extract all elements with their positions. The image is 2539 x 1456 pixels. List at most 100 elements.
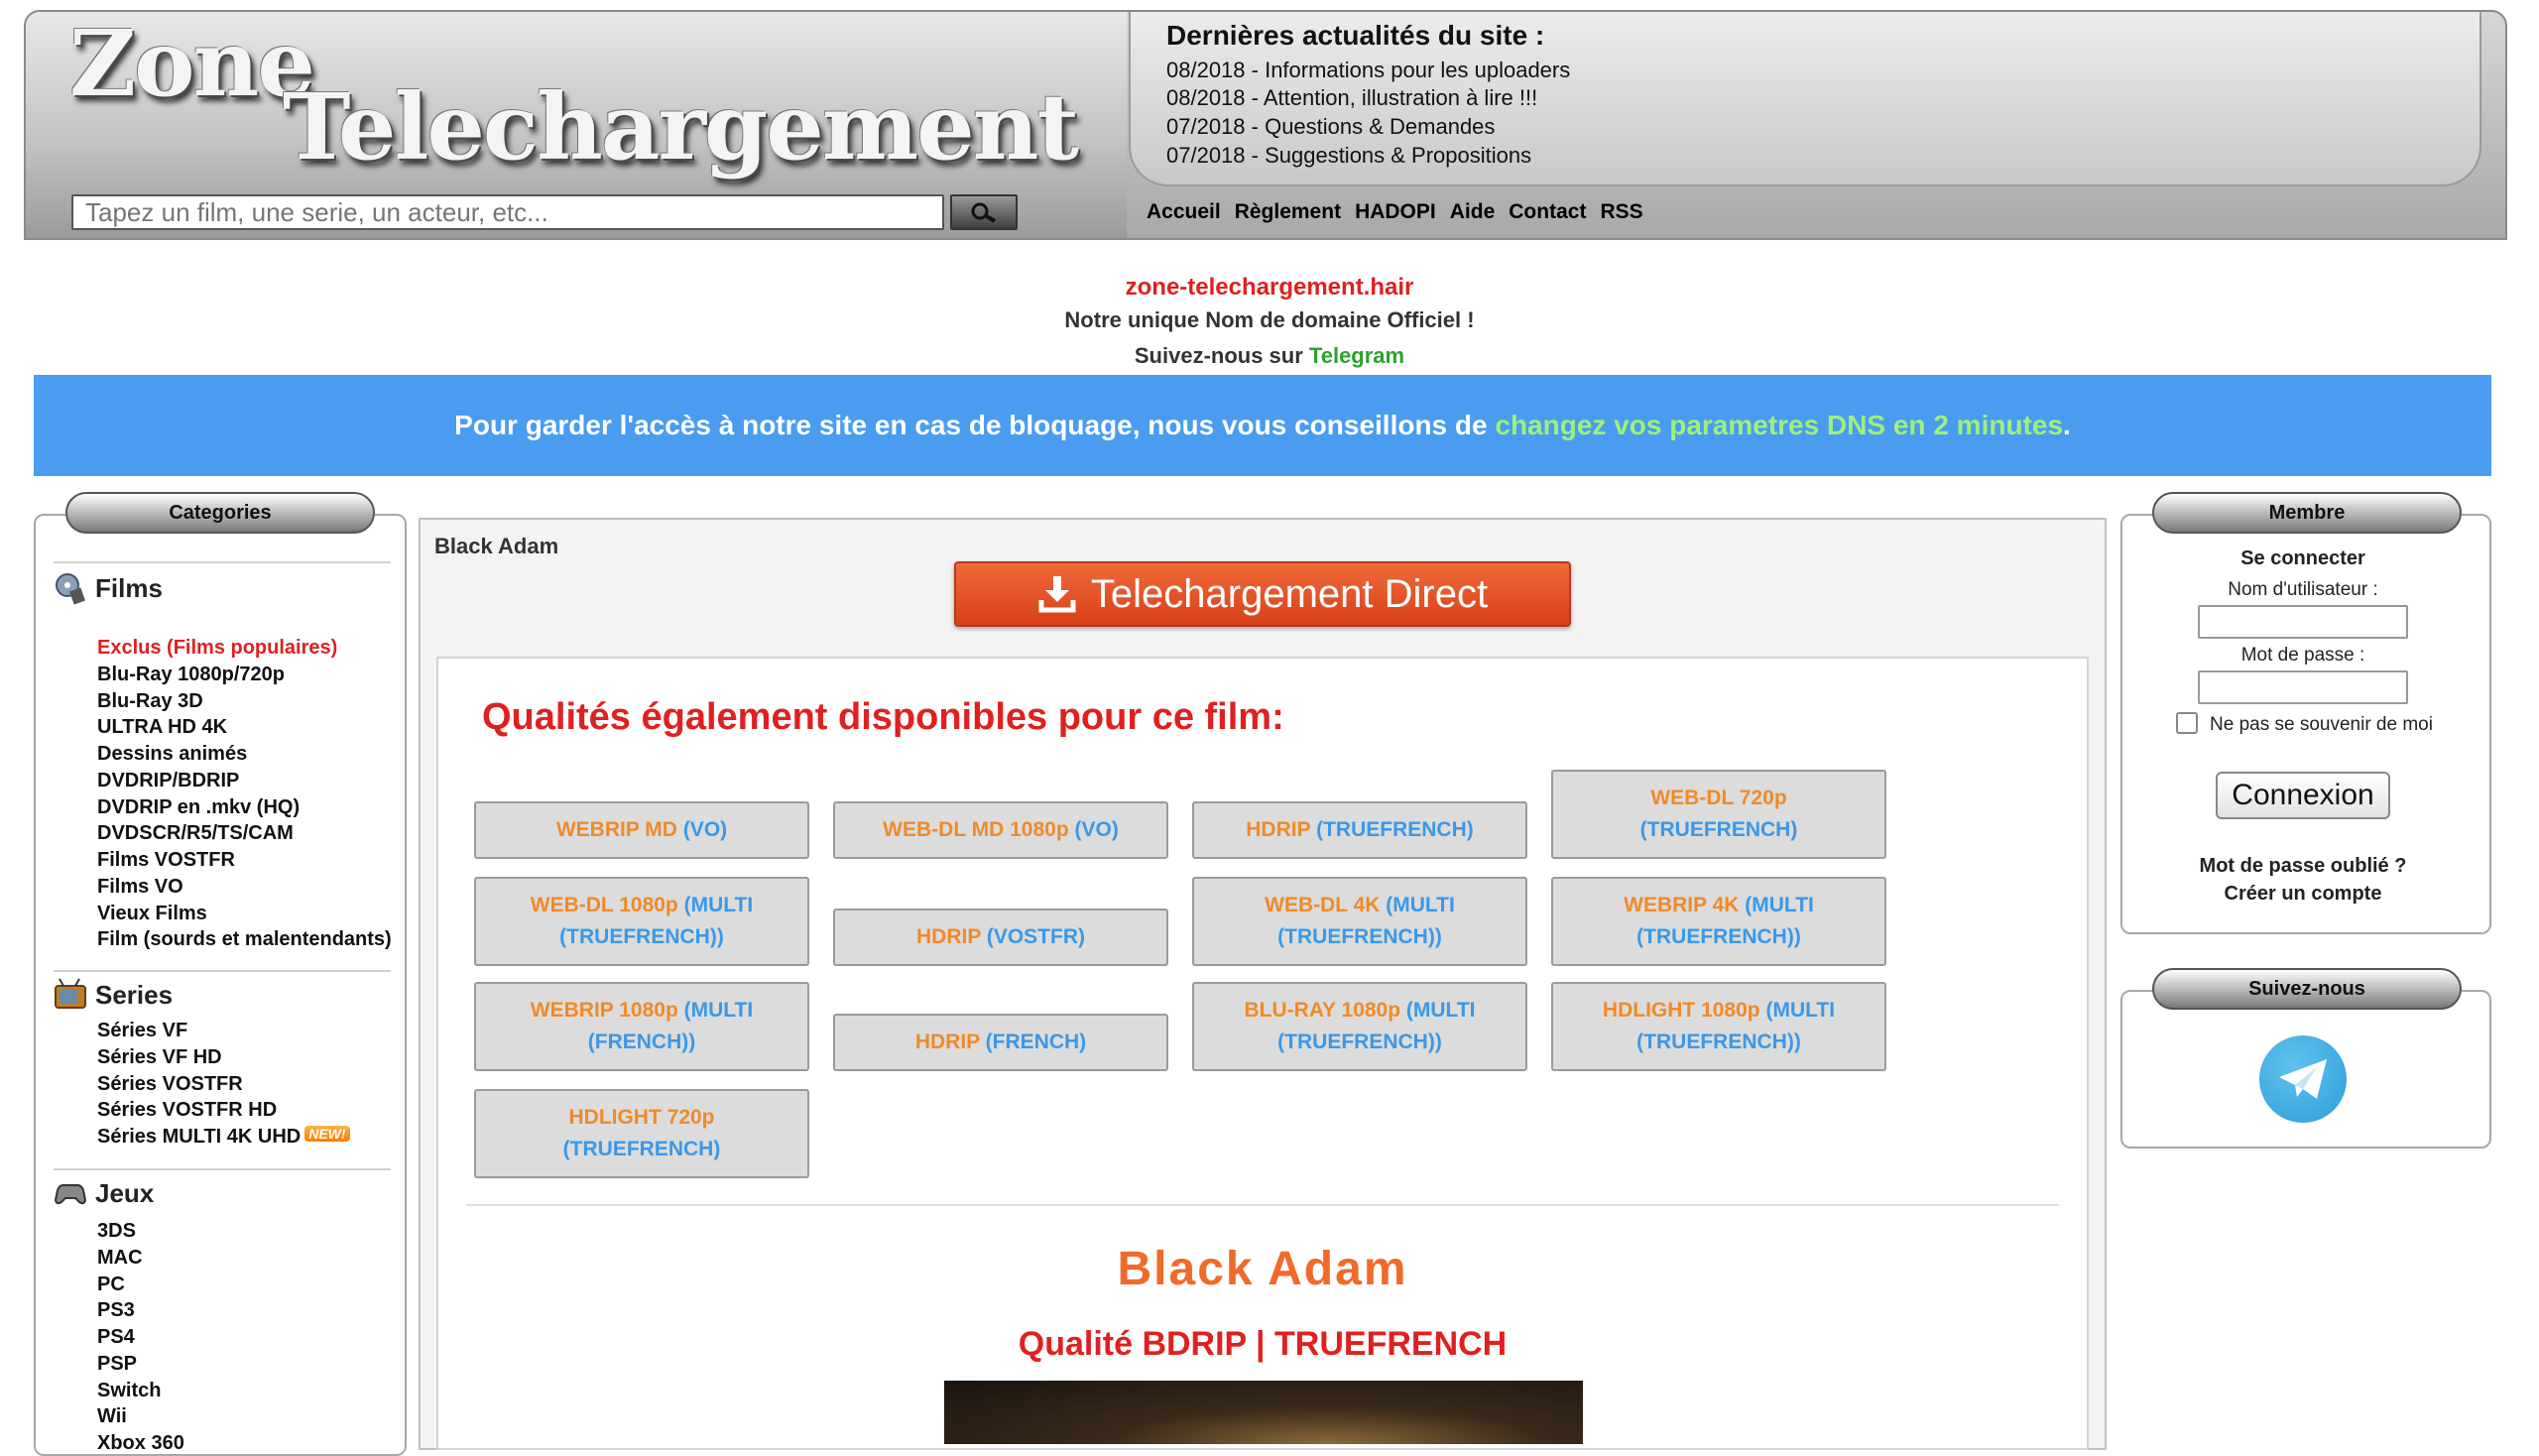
dns-link[interactable]: changez vos parametres DNS en 2 minutes: [1495, 410, 2063, 441]
search-icon: [971, 202, 997, 223]
nav-rss[interactable]: RSS: [1600, 200, 1642, 224]
quality-lang: (TRUEFRENCH): [1316, 818, 1474, 841]
quality-label: WEB-DL 1080p: [530, 894, 678, 916]
quality-lang: (TRUEFRENCH): [562, 1138, 721, 1160]
quality-lang: (VO): [682, 818, 728, 841]
telegram-icon[interactable]: [2259, 1035, 2347, 1123]
quality-lang: (FRENCH): [985, 1031, 1087, 1053]
direct-download-button[interactable]: Telechargement Direct: [954, 561, 1571, 627]
login-heading: Se connecter: [2240, 547, 2365, 569]
nav-accueil[interactable]: Accueil: [1147, 200, 1221, 224]
quality-lang: (VOSTFR): [986, 925, 1085, 948]
quality-button[interactable]: HDLIGHT 1080p (MULTI (TRUEFRENCH)): [1551, 982, 1886, 1071]
cat-series-vostfr[interactable]: Séries VOSTFR: [97, 1073, 243, 1096]
news-item[interactable]: 07/2018 - Suggestions & Propositions: [1166, 143, 1531, 169]
quality-button[interactable]: WEB-DL 1080p (MULTI (TRUEFRENCH)): [474, 877, 809, 966]
cat-ps3[interactable]: PS3: [97, 1299, 135, 1322]
quality-label: WEBRIP MD: [555, 818, 677, 841]
quality-button[interactable]: WEBRIP 1080p (MULTI (FRENCH)): [474, 982, 809, 1071]
tv-icon: [55, 978, 86, 1009]
download-icon: [1038, 576, 1076, 613]
gamepad-icon: [54, 1183, 87, 1205]
quality-button[interactable]: HDRIP (FRENCH): [833, 1014, 1168, 1071]
quality-label: HDLIGHT 1080p: [1602, 999, 1760, 1022]
nav-reglement[interactable]: Règlement: [1235, 200, 1341, 224]
telegram-link[interactable]: Telegram: [1309, 343, 1404, 368]
quality-button[interactable]: WEBRIP 4K (MULTI (TRUEFRENCH)): [1551, 877, 1886, 966]
quality-label: WEB-DL MD 1080p: [883, 818, 1069, 841]
cat-switch[interactable]: Switch: [97, 1380, 161, 1402]
quality-button[interactable]: BLU-RAY 1080p (MULTI (TRUEFRENCH)): [1192, 982, 1527, 1071]
cat-dvdrip-mkv[interactable]: DVDRIP en .mkv (HQ): [97, 796, 300, 819]
cat-3ds[interactable]: 3DS: [97, 1220, 136, 1243]
quality-button[interactable]: HDRIP (TRUEFRENCH): [1192, 801, 1527, 859]
quality-button[interactable]: HDLIGHT 720p (TRUEFRENCH): [474, 1089, 809, 1178]
login-button[interactable]: Connexion: [2216, 772, 2390, 819]
divider: [54, 1168, 391, 1170]
quality-button[interactable]: HDRIP (VOSTFR): [833, 909, 1168, 966]
password-field[interactable]: [2198, 670, 2408, 704]
forgot-password-link[interactable]: Mot de passe oublié ?: [2144, 855, 2462, 878]
games-heading[interactable]: Jeux: [54, 1176, 154, 1210]
movie-title: Black Adam: [1117, 1243, 1408, 1295]
cat-films-vostfr[interactable]: Films VOSTFR: [97, 849, 235, 872]
domain-notice: Notre unique Nom de domaine Officiel !: [1064, 307, 1475, 332]
search-input[interactable]: [71, 194, 944, 230]
member-title: Membre: [2152, 492, 2462, 534]
nav-contact[interactable]: Contact: [1509, 200, 1586, 224]
cat-series-vf-hd[interactable]: Séries VF HD: [97, 1046, 222, 1069]
cat-vieux-films[interactable]: Vieux Films: [97, 903, 207, 925]
remember-checkbox[interactable]: [2176, 712, 2198, 734]
search-button[interactable]: [950, 194, 1018, 230]
cat-dvdscr[interactable]: DVDSCR/R5/TS/CAM: [97, 822, 294, 845]
films-label: Films: [95, 572, 163, 603]
quality-label: HDRIP: [916, 925, 981, 948]
nav-aide[interactable]: Aide: [1450, 200, 1496, 224]
quality-button[interactable]: WEB-DL MD 1080p (VO): [833, 801, 1168, 859]
news-item[interactable]: 07/2018 - Questions & Demandes: [1166, 114, 1495, 140]
cat-series-vostfr-hd[interactable]: Séries VOSTFR HD: [97, 1099, 277, 1122]
quality-button[interactable]: WEB-DL 720p (TRUEFRENCH): [1551, 770, 1886, 859]
cat-dvdrip[interactable]: DVDRIP/BDRIP: [97, 770, 239, 792]
quality-label: WEBRIP 1080p: [530, 999, 678, 1022]
logo-line2: Telechargement: [283, 73, 1079, 181]
quality-button[interactable]: WEB-DL 4K (MULTI (TRUEFRENCH)): [1192, 877, 1527, 966]
qualities-title: Qualités également disponibles pour ce f…: [482, 696, 1284, 738]
username-label: Nom d'utilisateur :: [2228, 579, 2378, 600]
cat-wii[interactable]: Wii: [97, 1405, 127, 1428]
divider: [54, 561, 391, 563]
dns-banner-text: Pour garder l'accès à notre site en cas …: [454, 410, 1488, 440]
movie-quality: Qualité BDRIP | TRUEFRENCH: [1018, 1325, 1508, 1363]
series-heading[interactable]: Series: [54, 978, 173, 1012]
cat-films-vo[interactable]: Films VO: [97, 876, 183, 899]
breadcrumb: Black Adam: [434, 534, 559, 558]
cat-series-vf[interactable]: Séries VF: [97, 1020, 187, 1042]
quality-label: HDRIP: [1246, 818, 1311, 841]
news-title: Dernières actualités du site :: [1166, 20, 1545, 51]
movie-poster: [944, 1381, 1583, 1444]
cat-bluray[interactable]: Blu-Ray 1080p/720p: [97, 664, 285, 686]
quality-label: HDRIP: [914, 1031, 980, 1053]
cat-exclus[interactable]: Exclus (Films populaires): [97, 637, 337, 660]
news-item[interactable]: 08/2018 - Informations pour les uploader…: [1166, 58, 1570, 83]
news-item[interactable]: 08/2018 - Attention, illustration à lire…: [1166, 85, 1537, 111]
dns-banner: Pour garder l'accès à notre site en cas …: [34, 375, 2491, 476]
cat-bluray-3d[interactable]: Blu-Ray 3D: [97, 690, 203, 713]
quality-label: WEB-DL 720p: [1650, 787, 1787, 809]
quality-label: HDLIGHT 720p: [568, 1106, 715, 1129]
cat-sourds[interactable]: Film (sourds et malentendants): [97, 928, 392, 951]
nav-hadopi[interactable]: HADOPI: [1355, 200, 1436, 224]
games-label: Jeux: [95, 1177, 155, 1208]
cat-series-multi-4k[interactable]: Séries MULTI 4K UHD NEW!: [97, 1126, 350, 1149]
films-heading[interactable]: Films: [54, 571, 163, 605]
logo-line1: Zone: [69, 10, 315, 117]
follow-title: Suivez-nous: [2152, 968, 2462, 1010]
series-label: Series: [95, 979, 174, 1010]
password-label: Mot de passe :: [2240, 645, 2365, 666]
register-link[interactable]: Créer un compte: [2144, 883, 2462, 906]
quality-lang: (VO): [1074, 818, 1119, 841]
username-field[interactable]: [2198, 605, 2408, 639]
quality-button[interactable]: WEBRIP MD (VO): [474, 801, 809, 859]
cat-dessins-animes[interactable]: Dessins animés: [97, 743, 247, 766]
cat-uhd-4k[interactable]: ULTRA HD 4K: [97, 716, 227, 739]
